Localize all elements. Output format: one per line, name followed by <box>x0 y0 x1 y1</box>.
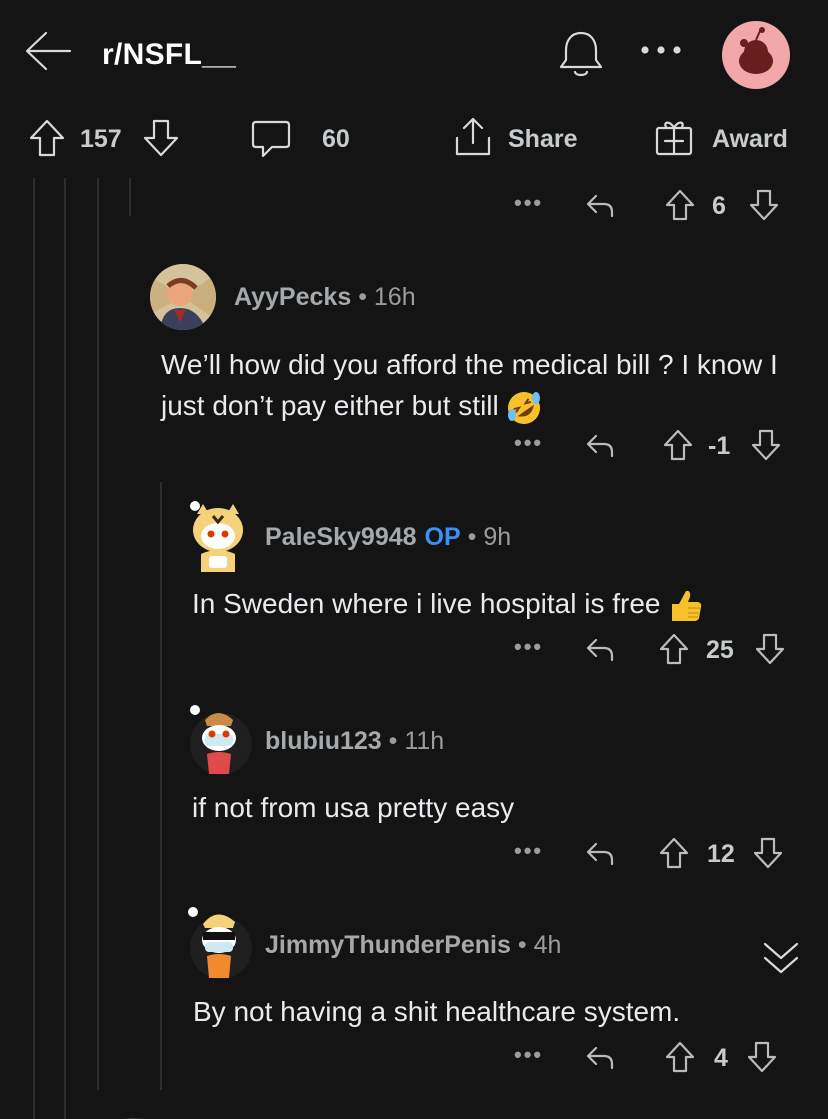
reply-icon[interactable] <box>584 838 616 868</box>
more-icon[interactable]: ••• <box>514 430 543 456</box>
comment-body: In Sweden where i live hospital is free <box>192 583 812 625</box>
downvote-icon[interactable] <box>142 118 180 158</box>
comment-body: We’ll how did you afford the medical bil… <box>161 344 801 427</box>
separator: • <box>517 931 527 959</box>
comment-meta: AyyPecks • 16h <box>234 283 416 312</box>
upvote-icon[interactable] <box>664 1040 696 1074</box>
upvote-icon[interactable] <box>662 428 694 462</box>
separator: • <box>388 727 398 755</box>
comment-meta: blubiu123 • 11h <box>265 727 444 756</box>
comment-score: -1 <box>708 432 731 460</box>
comment-actions: ••• -1 <box>510 428 800 464</box>
reply-icon[interactable] <box>584 430 616 460</box>
username[interactable]: JimmyThunderPenis <box>265 931 511 959</box>
comment-text: By not having a shit healthcare system. <box>193 996 681 1027</box>
more-icon[interactable]: ••• <box>514 190 543 216</box>
separator: • <box>467 523 477 551</box>
more-icon[interactable]: ••• <box>514 634 543 660</box>
comment-meta: JimmyThunderPenis • 4h <box>265 931 561 960</box>
comment-score: 4 <box>714 1044 728 1072</box>
username[interactable]: blubiu123 <box>265 727 382 755</box>
more-icon[interactable]: ••• <box>514 838 543 864</box>
avatar <box>100 1112 166 1119</box>
thumbs-up-emoji <box>666 587 704 625</box>
subreddit-title[interactable]: r/NSFL__ <box>102 38 236 72</box>
more-options-icon[interactable] <box>640 44 682 56</box>
separator: • <box>358 283 367 311</box>
downvote-icon[interactable] <box>754 632 786 666</box>
thread-line <box>64 178 66 1119</box>
comment-icon[interactable] <box>250 118 292 160</box>
comment-meta: PaleSky9948 OP • 9h <box>265 523 511 552</box>
comment-score: 25 <box>706 636 734 664</box>
comment-score: 6 <box>712 192 726 220</box>
reply-icon[interactable] <box>584 190 616 220</box>
upvote-icon[interactable] <box>28 118 66 158</box>
collapse-chevron-icon[interactable] <box>760 938 802 978</box>
comment-actions: ••• 12 <box>510 836 800 872</box>
username[interactable]: AyyPecks <box>234 283 351 311</box>
avatar[interactable] <box>183 704 253 776</box>
reply-icon[interactable] <box>584 1042 616 1072</box>
share-icon[interactable] <box>452 116 494 158</box>
avatar[interactable] <box>150 264 216 330</box>
upvote-icon[interactable] <box>658 632 690 666</box>
post-vote-count: 157 <box>80 125 122 153</box>
downvote-icon[interactable] <box>752 836 784 870</box>
share-button[interactable]: Share <box>508 125 577 154</box>
thread-line <box>33 178 35 1119</box>
comment-age: 9h <box>483 523 512 551</box>
more-icon[interactable]: ••• <box>514 1042 543 1068</box>
downvote-icon[interactable] <box>748 188 780 222</box>
thread-line <box>97 178 99 1090</box>
username[interactable]: PaleSky9948 <box>265 523 417 551</box>
thread-line <box>129 178 131 216</box>
op-badge: OP <box>424 523 461 551</box>
reply-icon[interactable] <box>584 634 616 664</box>
comment-age: 11h <box>404 727 445 755</box>
rolling-on-floor-laughing-emoji <box>505 389 543 427</box>
comment-actions: ••• 4 <box>510 1040 800 1076</box>
user-avatar[interactable] <box>722 21 790 89</box>
comment-text: We’ll how did you afford the medical bil… <box>161 349 778 421</box>
comment-count: 60 <box>322 125 350 153</box>
thread-line <box>160 482 162 1090</box>
back-arrow-icon[interactable] <box>22 28 74 74</box>
comment-actions: ••• 6 <box>510 188 800 224</box>
avatar[interactable] <box>183 500 253 572</box>
comment-text: if not from usa pretty easy <box>192 792 515 823</box>
comment-age: 16h <box>373 283 416 311</box>
upvote-icon[interactable] <box>664 188 696 222</box>
downvote-icon[interactable] <box>746 1040 778 1074</box>
comment-score: 12 <box>707 840 735 868</box>
avatar[interactable] <box>183 906 253 980</box>
comment-age: 4h <box>533 931 562 959</box>
upvote-icon[interactable] <box>658 836 690 870</box>
comment-text: In Sweden where i live hospital is free <box>192 588 661 619</box>
award-button[interactable]: Award <box>712 125 788 154</box>
comment-actions: ••• 25 <box>510 632 800 668</box>
comment-body: if not from usa pretty easy <box>192 787 812 828</box>
gift-icon[interactable] <box>653 116 695 158</box>
comment-body: By not having a shit healthcare system. <box>193 991 813 1032</box>
bell-icon[interactable] <box>556 28 606 80</box>
downvote-icon[interactable] <box>750 428 782 462</box>
